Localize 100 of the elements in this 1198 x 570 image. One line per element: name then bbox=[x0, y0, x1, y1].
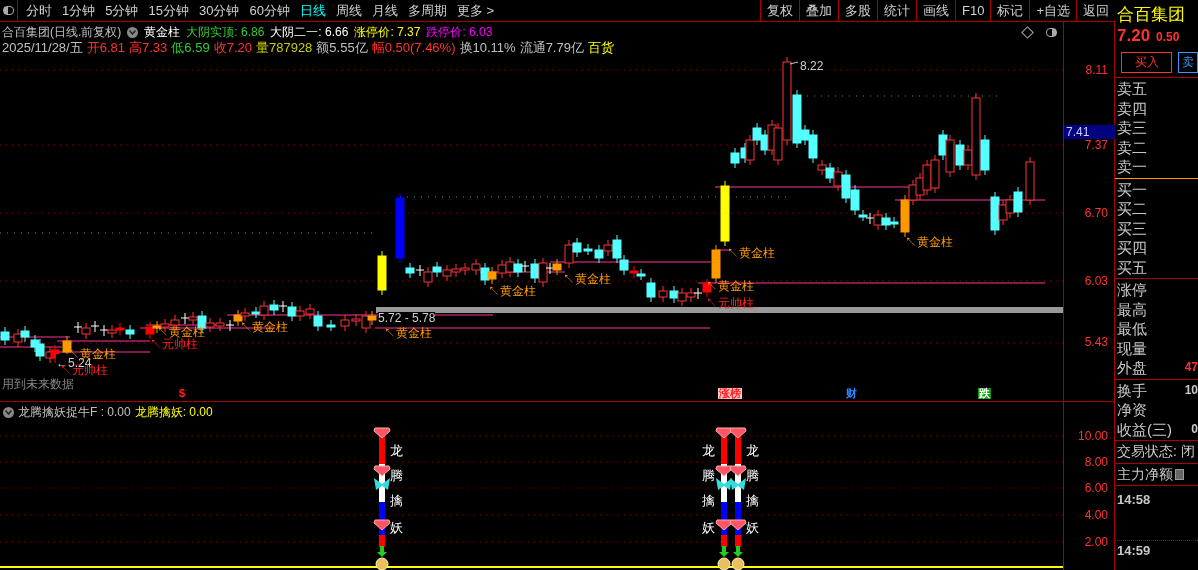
candlestick bbox=[269, 299, 279, 316]
quote-label: 外盘 bbox=[1117, 358, 1147, 378]
list-icon[interactable] bbox=[1175, 468, 1184, 480]
panel-toggle-icon[interactable] bbox=[1046, 27, 1057, 37]
candlestick bbox=[686, 287, 696, 303]
info-text: 百货 bbox=[587, 40, 614, 56]
signal-label: 妖 bbox=[746, 521, 759, 534]
indicator-axis-label: 8.00 bbox=[1084, 455, 1108, 469]
candlestick bbox=[497, 259, 507, 279]
candlestick bbox=[552, 258, 562, 276]
event-marker[interactable]: $ bbox=[178, 388, 187, 399]
info-text: 低6.59 bbox=[171, 40, 210, 56]
indicator-axis-label: 10.00 bbox=[1077, 429, 1108, 443]
candlestick bbox=[752, 122, 762, 146]
quote-label: 买三 bbox=[1117, 218, 1147, 238]
buy-button[interactable]: 买入 bbox=[1121, 52, 1172, 73]
signal-label: 擒 bbox=[746, 494, 759, 507]
tick-time: 14:58 bbox=[1116, 491, 1152, 509]
toolbar-button[interactable]: 复权 bbox=[760, 0, 799, 21]
signal-annotation: ↖元帅柱 bbox=[150, 338, 198, 350]
info-text: 量787928 bbox=[255, 40, 313, 56]
period-tab[interactable]: 1分钟 bbox=[62, 0, 96, 21]
candlestick bbox=[938, 129, 948, 161]
quote-label: 买一 bbox=[1117, 179, 1147, 199]
candlestick bbox=[125, 324, 135, 340]
candlestick bbox=[451, 263, 461, 278]
period-tab[interactable]: 分时 bbox=[26, 0, 52, 21]
indicator-name: 龙腾擒妖捉牛F : 0.00 bbox=[18, 404, 131, 421]
sell-button[interactable]: 卖 bbox=[1178, 52, 1198, 73]
price-axis-label: 7.37 bbox=[1084, 138, 1108, 152]
signal-annotation: ↖黄金柱 bbox=[384, 327, 432, 339]
candlestick bbox=[930, 154, 940, 194]
candlestick bbox=[730, 147, 740, 169]
quote-label: 卖二 bbox=[1117, 137, 1147, 157]
info-text: 流通7.79亿 bbox=[519, 40, 584, 56]
candlestick bbox=[564, 239, 574, 269]
info-text: 换10.11% bbox=[459, 40, 516, 56]
quote-label: 净资 bbox=[1117, 400, 1147, 420]
candlestick bbox=[442, 264, 452, 282]
chevron-down-icon[interactable] bbox=[3, 406, 14, 418]
candlestick bbox=[35, 338, 45, 362]
candlestick bbox=[145, 321, 155, 340]
chevron-down-icon[interactable] bbox=[127, 26, 139, 38]
period-tab[interactable]: 日线 bbox=[299, 0, 326, 21]
period-tab[interactable]: 月线 bbox=[371, 0, 398, 21]
info-text: 高7.33 bbox=[129, 40, 168, 56]
candlestick bbox=[340, 314, 350, 332]
candlestick bbox=[13, 328, 23, 348]
signal-label: 妖 bbox=[390, 521, 403, 534]
toolbar-button[interactable]: F10 bbox=[955, 0, 991, 21]
period-tab[interactable]: 周线 bbox=[335, 0, 362, 21]
candlestick bbox=[81, 322, 91, 340]
quote-value: 10 bbox=[1184, 381, 1198, 399]
toolbar-button[interactable]: +自选 bbox=[1029, 0, 1076, 21]
period-tab[interactable]: 30分钟 bbox=[198, 0, 240, 21]
signal-annotation: ↖黄金柱 bbox=[240, 321, 288, 333]
quote-value: 0 bbox=[1191, 420, 1198, 438]
info-text: 合百集团(日线.前复权) bbox=[2, 24, 122, 40]
range-label: 5.72 - 5.78 bbox=[378, 312, 436, 325]
signal-label: 龙 bbox=[702, 444, 715, 457]
signal-annotation: ↖黄金柱 bbox=[488, 285, 536, 297]
period-tab[interactable]: 多周期 bbox=[407, 0, 447, 21]
current-price-label: 7.41 bbox=[1064, 125, 1115, 139]
period-tab[interactable]: 15分钟 bbox=[148, 0, 189, 21]
toolbar-button[interactable]: 叠加 bbox=[799, 0, 838, 21]
candlestick bbox=[658, 285, 668, 303]
panel-toggle-icon[interactable] bbox=[0, 0, 18, 21]
info-text: 收7.20 bbox=[213, 40, 252, 56]
event-marker[interactable]: 跌 bbox=[978, 388, 991, 399]
signal-annotation: ↖黄金柱 bbox=[563, 273, 611, 285]
price-axis-label: 6.70 bbox=[1084, 206, 1108, 220]
info-text: 涨停价: 7.37 bbox=[354, 24, 421, 40]
candlestick bbox=[20, 325, 30, 343]
candlestick bbox=[471, 258, 481, 276]
period-tab[interactable]: 5分钟 bbox=[105, 0, 139, 21]
signal-label: 腾 bbox=[390, 469, 403, 482]
candlestick bbox=[313, 310, 323, 332]
candlestick bbox=[233, 309, 243, 327]
candlestick bbox=[99, 324, 109, 337]
info-text: 黄金柱 bbox=[144, 24, 181, 40]
toolbar-button[interactable]: 多股 bbox=[838, 0, 877, 21]
toolbar-button[interactable]: 返回 bbox=[1076, 0, 1115, 21]
quote-label: 最高 bbox=[1117, 299, 1147, 319]
candlestick bbox=[225, 319, 235, 332]
candlestick bbox=[1013, 186, 1023, 218]
toolbar-button[interactable]: 标记 bbox=[990, 0, 1030, 21]
candlestick bbox=[1025, 156, 1035, 206]
period-tab[interactable]: 60分钟 bbox=[249, 0, 290, 21]
info-text: 大阴二一: 6.66 bbox=[270, 24, 349, 40]
price-axis-label: 5.43 bbox=[1084, 335, 1108, 349]
event-marker[interactable]: 财 bbox=[845, 388, 858, 399]
candlestick bbox=[215, 317, 225, 332]
quote-label: 卖一 bbox=[1117, 157, 1147, 177]
quote-label: 买四 bbox=[1117, 238, 1147, 258]
candlestick bbox=[0, 326, 10, 346]
toolbar-button[interactable]: 画线 bbox=[916, 0, 955, 21]
signal-annotation: ↖黄金柱 bbox=[157, 326, 205, 338]
period-tab[interactable]: 更多 > bbox=[456, 0, 495, 21]
toolbar-button[interactable]: 统计 bbox=[877, 0, 916, 21]
info-text: 幅0.50(7.46%) bbox=[371, 40, 456, 56]
